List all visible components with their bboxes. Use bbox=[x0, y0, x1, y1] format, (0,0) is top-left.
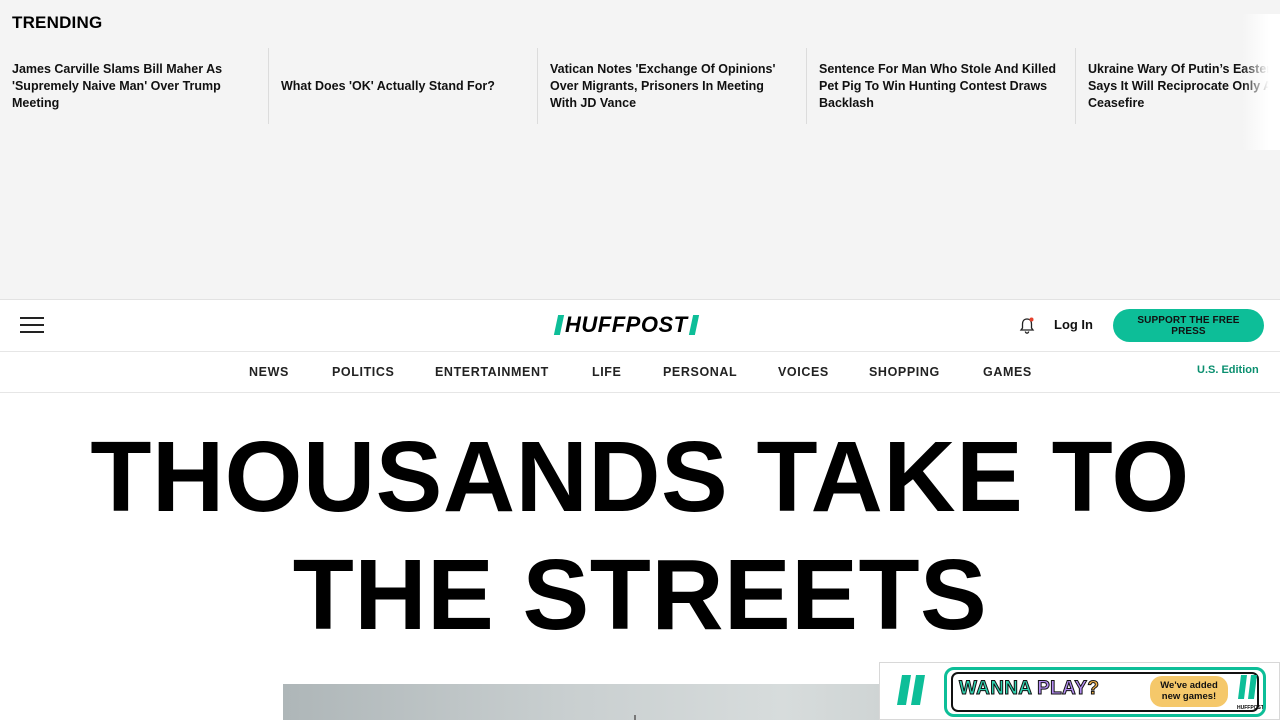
trending-list: James Carville Slams Bill Maher As 'Supr… bbox=[0, 48, 1280, 124]
section-nav: NEWS POLITICS ENTERTAINMENT LIFE PERSONA… bbox=[0, 352, 1280, 393]
trending-item-title: Vatican Notes 'Exchange Of Opinions' Ove… bbox=[550, 61, 776, 110]
trending-title: TRENDING bbox=[12, 13, 103, 32]
games-promo-banner[interactable]: WANNA PLAY? We've added new games! HUFFP… bbox=[879, 662, 1280, 720]
huffpost-slash-logo-icon bbox=[896, 675, 928, 705]
trending-item[interactable]: What Does 'OK' Actually Stand For? bbox=[269, 48, 538, 124]
trending-item-title: What Does 'OK' Actually Stand For? bbox=[281, 78, 495, 93]
nav-item-entertainment[interactable]: ENTERTAINMENT bbox=[435, 365, 549, 379]
edition-selector[interactable]: U.S. Edition bbox=[1197, 364, 1259, 376]
nav-item-life[interactable]: LIFE bbox=[592, 365, 621, 379]
nav-item-politics[interactable]: POLITICS bbox=[332, 365, 394, 379]
site-header: HUFFPOST Log In SUPPORT THE FREE PRESS bbox=[0, 300, 1280, 352]
nav-item-shopping[interactable]: SHOPPING bbox=[869, 365, 940, 379]
support-free-press-button[interactable]: SUPPORT THE FREE PRESS bbox=[1113, 309, 1264, 342]
nav-item-games[interactable]: GAMES bbox=[983, 365, 1032, 379]
wanna-play-title: WANNA PLAY? bbox=[959, 678, 1100, 700]
new-games-badge: We've added new games! bbox=[1150, 676, 1228, 707]
trending-item[interactable]: Vatican Notes 'Exchange Of Opinions' Ove… bbox=[538, 48, 807, 124]
logo-text: HUFFPOST bbox=[565, 312, 688, 337]
mini-huffpost-logo-icon: HUFFPOST bbox=[1237, 675, 1263, 711]
trending-item[interactable]: James Carville Slams Bill Maher As 'Supr… bbox=[0, 48, 269, 124]
hamburger-menu-icon[interactable] bbox=[20, 317, 44, 335]
trending-item[interactable]: Sentence For Man Who Stole And Killed Pe… bbox=[807, 48, 1076, 124]
trending-item-title: James Carville Slams Bill Maher As 'Supr… bbox=[12, 61, 223, 110]
nav-item-news[interactable]: NEWS bbox=[249, 365, 289, 379]
trending-item-title: Sentence For Man Who Stole And Killed Pe… bbox=[819, 61, 1057, 110]
trending-scroll-fade bbox=[1242, 14, 1280, 150]
huffpost-logo[interactable]: HUFFPOST bbox=[553, 312, 699, 337]
login-link[interactable]: Log In bbox=[1054, 317, 1093, 332]
nav-item-personal[interactable]: PERSONAL bbox=[663, 365, 737, 379]
article-headline: THOUSANDS TAKE TO THE STREETS bbox=[90, 421, 1190, 651]
nav-item-voices[interactable]: VOICES bbox=[778, 365, 829, 379]
trending-section: TRENDING James Carville Slams Bill Maher… bbox=[0, 0, 1280, 300]
wanna-play-card[interactable]: WANNA PLAY? We've added new games! HUFFP… bbox=[944, 667, 1266, 717]
bell-icon[interactable] bbox=[1018, 316, 1036, 336]
